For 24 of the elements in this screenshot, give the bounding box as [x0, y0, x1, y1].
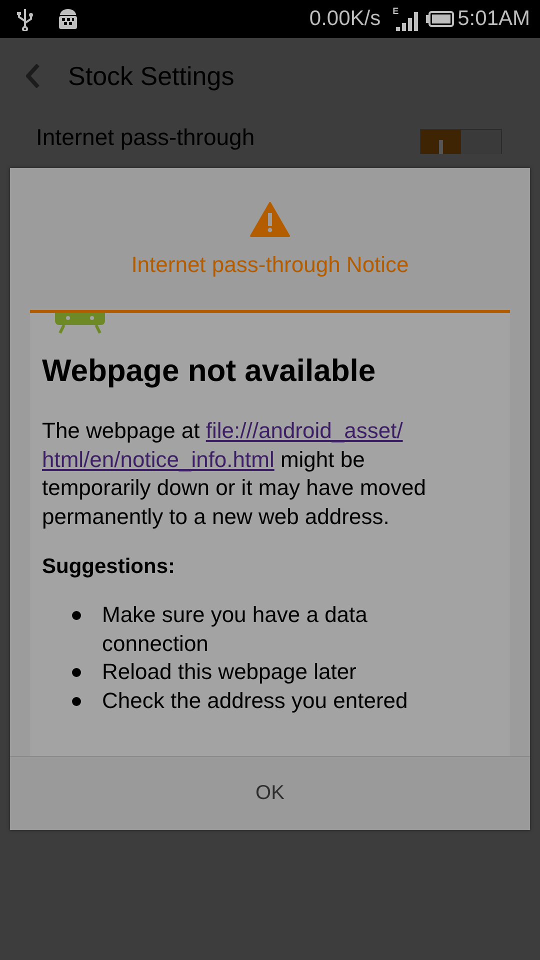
suggestions-heading: Suggestions:: [42, 555, 176, 579]
clock: 5:01AM: [458, 7, 530, 31]
link[interactable]: file:///android_asset/: [206, 418, 403, 443]
dialog-title: Internet pass-through Notice: [131, 252, 409, 278]
android-debug-icon: [56, 7, 80, 31]
setting-title: Internet pass-through: [36, 124, 256, 151]
toggle-switch[interactable]: [420, 129, 502, 154]
battery-icon: [426, 11, 454, 27]
network-speed: 0.00K/s: [309, 7, 381, 31]
suggestion-text: Make sure you have a data connection: [102, 601, 368, 658]
suggestion-text: Reload this webpage later: [102, 658, 358, 686]
network-type: E: [392, 7, 399, 16]
bullet-icon: [72, 611, 81, 620]
error-message: The webpage at file:///android_asset/ html/en/notice_info.html might be temporarily down or it may have moved permanently to a new web address.: [42, 417, 427, 531]
warning-icon: [250, 202, 290, 238]
suggestion-text: Check the address you entered: [102, 686, 409, 715]
bullet-icon: [72, 668, 81, 677]
link[interactable]: html/en/notice_info.html: [42, 446, 274, 472]
screen-title: Stock Settings: [68, 60, 234, 92]
ok-button[interactable]: OK: [10, 757, 530, 830]
error-heading: Webpage not available: [42, 353, 377, 389]
usb-icon: [16, 7, 34, 31]
back-icon[interactable]: [26, 64, 40, 88]
bullet-icon: [72, 696, 81, 706]
